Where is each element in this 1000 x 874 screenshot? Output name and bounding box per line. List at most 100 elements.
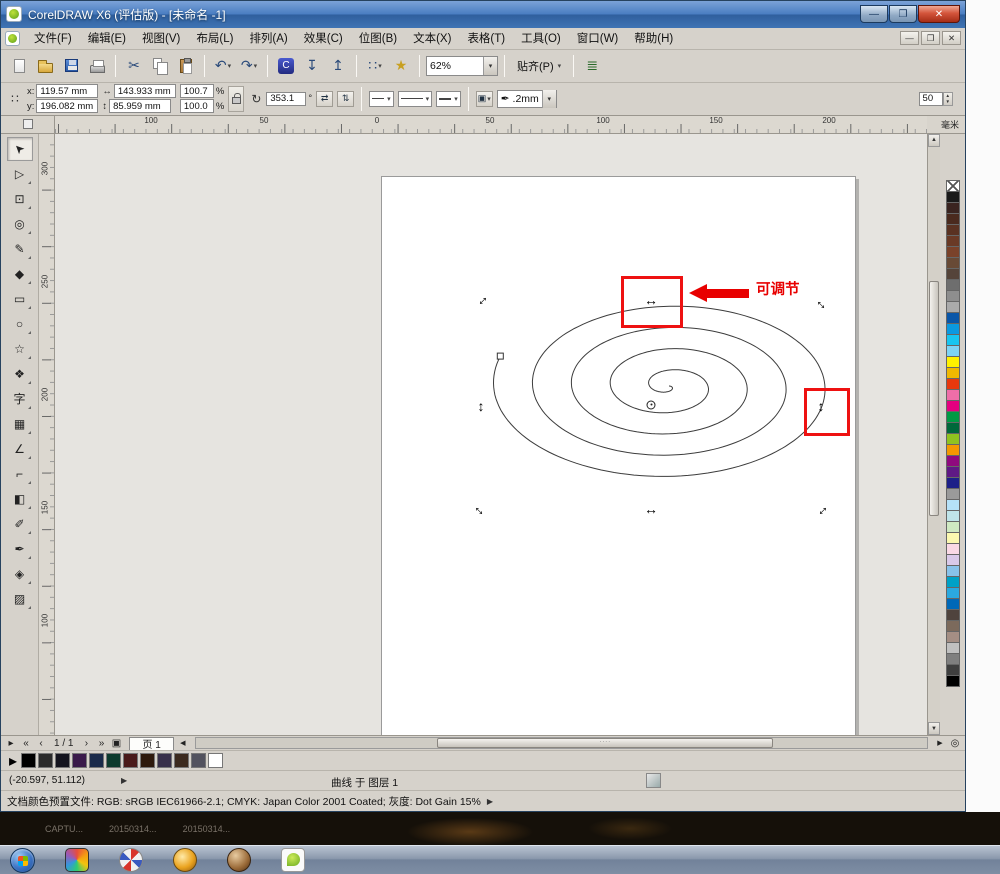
menu-item[interactable]: 视图(V): [134, 28, 188, 48]
menu-item[interactable]: 表格(T): [459, 28, 513, 48]
scroll-right-button[interactable]: ▶: [934, 739, 946, 747]
document-color-swatch[interactable]: [106, 753, 121, 768]
rectangle-tool[interactable]: ▭: [7, 287, 33, 311]
mirror-vertical-button[interactable]: ⇅: [337, 91, 354, 107]
launcher-dropdown-icon[interactable]: ▾: [378, 62, 382, 70]
pinwheel-app-icon[interactable]: [119, 848, 143, 872]
eyedropper-tool[interactable]: ✐: [7, 512, 33, 536]
undo-button[interactable]: ↶▾: [211, 54, 235, 78]
title-bar[interactable]: CorelDRAW X6 (评估版) - [未命名 -1] — ❐ ✕: [1, 1, 965, 28]
vertical-ruler[interactable]: 300250200150100: [39, 134, 55, 735]
color-swatch[interactable]: [946, 675, 960, 687]
vertical-scrollbar-thumb[interactable]: [929, 281, 939, 516]
wrap-offset-field[interactable]: 50: [919, 92, 943, 106]
coreldraw-x6-icon[interactable]: [281, 848, 305, 872]
next-page-button[interactable]: ›: [80, 738, 92, 749]
background-window-title[interactable]: CAPTU...: [45, 824, 83, 834]
first-page-button[interactable]: «: [20, 738, 32, 749]
previous-page-button[interactable]: ‹: [35, 738, 47, 749]
document-color-swatch[interactable]: [72, 753, 87, 768]
bird-app-icon[interactable]: [173, 848, 197, 872]
horizontal-scrollbar[interactable]: [195, 737, 928, 749]
zoom-dropdown-icon[interactable]: ▾: [483, 57, 497, 75]
outline-width-dropdown-icon[interactable]: ▾: [542, 90, 556, 108]
rotation-angle-field[interactable]: 353.1: [266, 92, 306, 106]
document-color-swatch[interactable]: [38, 753, 53, 768]
document-color-swatch[interactable]: [174, 753, 189, 768]
document-color-swatch[interactable]: [123, 753, 138, 768]
paste-button[interactable]: [174, 54, 198, 78]
table-tool[interactable]: ▦: [7, 412, 33, 436]
import-button[interactable]: ↧: [300, 54, 324, 78]
basic-shapes-tool[interactable]: ❖: [7, 362, 33, 386]
coreldraw-suite-icon[interactable]: [65, 848, 89, 872]
selection-handle-bottom-middle[interactable]: ↔: [644, 502, 658, 516]
scroll-left-button[interactable]: ◀: [177, 739, 189, 747]
smart-fill-tool[interactable]: ◆: [7, 262, 33, 286]
freehand-tool[interactable]: ✎: [7, 237, 33, 261]
doc-minimize-button[interactable]: —: [900, 31, 919, 45]
zoom-level-combo[interactable]: 62% ▾: [426, 56, 498, 76]
menu-item[interactable]: 工具(O): [513, 28, 569, 48]
connector-tool[interactable]: ⌐: [7, 462, 33, 486]
document-color-swatch[interactable]: [89, 753, 104, 768]
scroll-down-button[interactable]: ▼: [928, 722, 940, 735]
selection-handle-middle-left[interactable]: ↕: [478, 399, 485, 413]
shape-tool[interactable]: ▷: [7, 162, 33, 186]
fill-tool[interactable]: ◈: [7, 562, 33, 586]
end-arrowhead-combo[interactable]: ▾: [436, 91, 461, 107]
horizontal-scrollbar-thumb[interactable]: [437, 738, 773, 748]
start-arrowhead-combo[interactable]: ▾: [369, 91, 394, 107]
doc-palette-flyout-icon[interactable]: ▸: [7, 751, 19, 771]
welcome-screen-button[interactable]: ★: [389, 54, 413, 78]
horizontal-ruler[interactable]: 10050050100150200: [55, 116, 927, 133]
text-wrap-dropdown[interactable]: ▣▾: [476, 91, 493, 107]
snap-to-dropdown[interactable]: 贴齐(P) ▾: [511, 55, 567, 77]
app-menu-icon[interactable]: [5, 31, 20, 46]
text-tool[interactable]: 字: [7, 387, 33, 411]
curve-node-marker[interactable]: [647, 400, 656, 409]
x-position-field[interactable]: 119.57 mm: [36, 84, 98, 98]
menu-item[interactable]: 帮助(H): [626, 28, 681, 48]
outline-pen-tool[interactable]: ✒: [7, 537, 33, 561]
object-height-field[interactable]: 85.959 mm: [109, 99, 171, 113]
document-color-swatch[interactable]: [140, 753, 155, 768]
save-button[interactable]: [59, 54, 83, 78]
vertical-scrollbar[interactable]: ▲ ▼: [927, 134, 940, 735]
status-flyout-icon[interactable]: ▶: [121, 776, 127, 785]
search-content-button[interactable]: C: [274, 54, 298, 78]
start-button[interactable]: [10, 848, 35, 873]
line-style-combo[interactable]: ▾: [398, 91, 433, 107]
drawing-canvas[interactable]: ↔↔↔↕↕↔↔↔ 可调节: [55, 134, 927, 735]
dimension-tool[interactable]: ∠: [7, 437, 33, 461]
maximize-button[interactable]: ❐: [889, 5, 917, 23]
last-page-button[interactable]: »: [95, 738, 107, 749]
menu-item[interactable]: 文本(X): [405, 28, 459, 48]
print-button[interactable]: [85, 54, 109, 78]
document-color-swatch[interactable]: [55, 753, 70, 768]
menu-item[interactable]: 文件(F): [26, 28, 80, 48]
curve-start-node[interactable]: [497, 353, 503, 359]
background-window-title[interactable]: 20150314...: [183, 824, 231, 834]
document-color-swatch[interactable]: [191, 753, 206, 768]
menu-item[interactable]: 布局(L): [188, 28, 241, 48]
menu-item[interactable]: 窗口(W): [569, 28, 627, 48]
redo-button[interactable]: ↷▾: [237, 54, 261, 78]
menu-item[interactable]: 编辑(E): [80, 28, 134, 48]
scale-h-field[interactable]: 100.7: [180, 84, 214, 98]
polygon-tool[interactable]: ☆: [7, 337, 33, 361]
copy-button[interactable]: [148, 54, 172, 78]
options-button[interactable]: ≣: [580, 54, 604, 78]
document-color-swatch[interactable]: [21, 753, 36, 768]
document-color-swatch[interactable]: [157, 753, 172, 768]
mirror-horizontal-button[interactable]: ⇄: [316, 91, 333, 107]
zoom-tool[interactable]: ◎: [7, 212, 33, 236]
scale-v-field[interactable]: 100.0: [180, 99, 214, 113]
menu-item[interactable]: 排列(A): [241, 28, 295, 48]
scroll-up-button[interactable]: ▲: [928, 134, 940, 147]
add-page-button[interactable]: ▣: [110, 738, 122, 749]
y-position-field[interactable]: 196.082 mm: [36, 99, 98, 113]
menu-item[interactable]: 位图(B): [351, 28, 405, 48]
object-width-field[interactable]: 143.933 mm: [114, 84, 176, 98]
page-tab[interactable]: 页 1: [129, 737, 173, 750]
